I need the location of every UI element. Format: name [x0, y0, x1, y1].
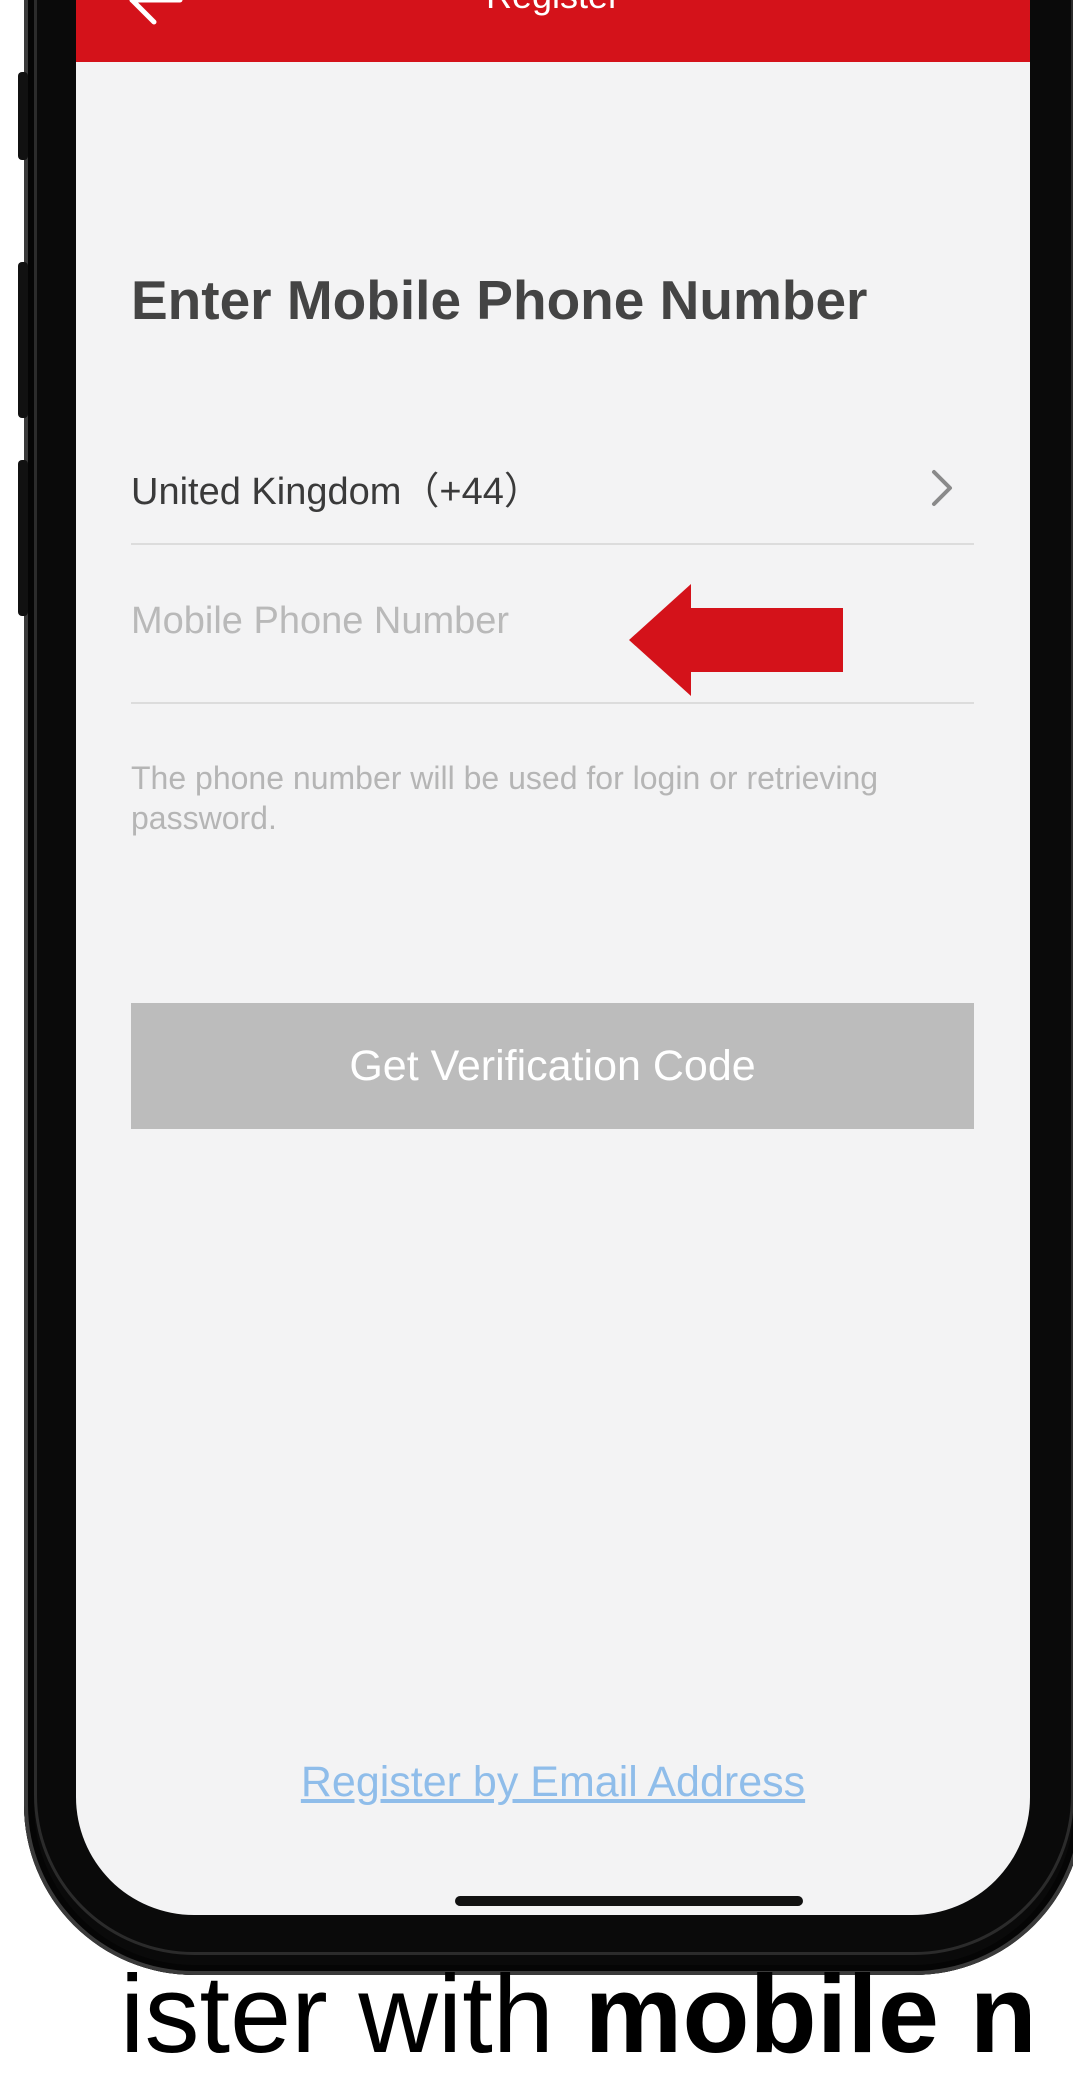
phone-number-row — [131, 546, 974, 704]
register-by-email-link[interactable]: Register by Email Address — [76, 1758, 1030, 1807]
home-indicator — [455, 1896, 803, 1906]
phone-hint-text: The phone number will be used for login … — [131, 760, 879, 836]
country-label: United Kingdom（+44） — [131, 471, 542, 513]
chevron-right-icon — [932, 470, 952, 506]
page-title: Enter Mobile Phone Number — [131, 269, 868, 331]
caption-bold: mobile n — [584, 1953, 1037, 2076]
country-selector[interactable]: United Kingdom（+44） — [131, 430, 974, 545]
app-screen: Register Enter Mobile Phone Number Unite… — [76, 0, 1030, 1915]
red-arrow-icon — [629, 584, 843, 696]
phone-side-button-volume-up — [18, 262, 28, 418]
phone-side-button-mute — [18, 72, 28, 160]
caption-text: ister with mobile n — [120, 1960, 1037, 2070]
nav-bar: Register — [76, 0, 1030, 62]
phone-number-input[interactable] — [131, 586, 591, 656]
phone-side-button-volume-down — [18, 460, 28, 616]
get-verification-code-button[interactable]: Get Verification Code — [131, 1003, 974, 1129]
nav-title: Register — [76, 0, 1030, 14]
caption-prefix: ister with — [120, 1953, 554, 2076]
